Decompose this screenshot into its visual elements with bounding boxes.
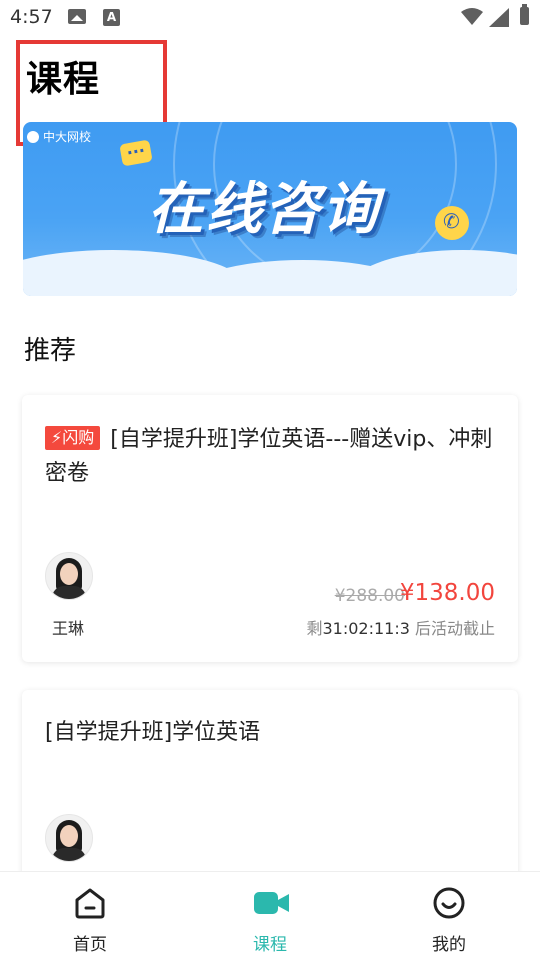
video-camera-icon	[254, 892, 289, 914]
sale-price: ¥138.00	[399, 580, 495, 606]
course-card[interactable]: ⚡闪购 [自学提升班]学位英语---赠送vip、冲刺密卷 王琳 ¥288.00 ¥…	[22, 395, 518, 662]
status-bar: 4:57 A	[0, 0, 540, 36]
smiley-profile-icon	[433, 887, 465, 919]
banner-logo-text: 中大网校	[43, 130, 92, 144]
chat-bubble-icon	[119, 139, 153, 167]
wifi-icon	[461, 8, 483, 25]
home-icon	[75, 888, 105, 919]
photo-notification-icon	[68, 9, 86, 24]
nav-item-courses[interactable]: 课程	[220, 872, 320, 961]
flash-sale-badge: ⚡闪购	[45, 426, 101, 450]
a-notification-icon: A	[103, 9, 120, 26]
banner-headline: 在线咨询	[148, 177, 380, 242]
logo-icon	[27, 130, 39, 143]
nav-label-courses: 课程	[253, 935, 287, 955]
course-title-block: ⚡闪购 [自学提升班]学位英语---赠送vip、冲刺密卷	[45, 423, 496, 491]
countdown-text: 剩31:02:11:3 后活动截止	[306, 615, 495, 639]
countdown-timer: 31:02:11:3	[322, 619, 410, 638]
status-time: 4:57	[10, 6, 53, 28]
countdown-suffix: 后活动截止	[409, 619, 495, 638]
battery-icon	[520, 4, 529, 25]
nav-item-mine[interactable]: 我的	[399, 872, 499, 961]
avatar	[45, 814, 93, 862]
teacher-name: 王琳	[52, 619, 85, 638]
course-card[interactable]: [自学提升班]学位英语	[22, 690, 518, 880]
course-title: [自学提升班]学位英语---赠送vip、冲刺密卷	[45, 427, 493, 486]
banner-logo: 中大网校	[27, 128, 91, 145]
phone-icon	[435, 206, 469, 240]
nav-item-home[interactable]: 首页	[40, 872, 140, 961]
course-title: [自学提升班]学位英语	[45, 720, 261, 745]
countdown-prefix: 剩	[306, 619, 323, 638]
section-title: 推荐	[24, 336, 77, 366]
consult-banner[interactable]: 中大网校 在线咨询	[23, 122, 517, 296]
bottom-nav: 首页 课程 我的	[0, 871, 540, 961]
avatar	[45, 552, 93, 600]
original-price: ¥288.00	[334, 586, 405, 606]
signal-icon	[489, 8, 509, 27]
nav-label-mine: 我的	[432, 935, 466, 955]
nav-label-home: 首页	[73, 935, 107, 955]
